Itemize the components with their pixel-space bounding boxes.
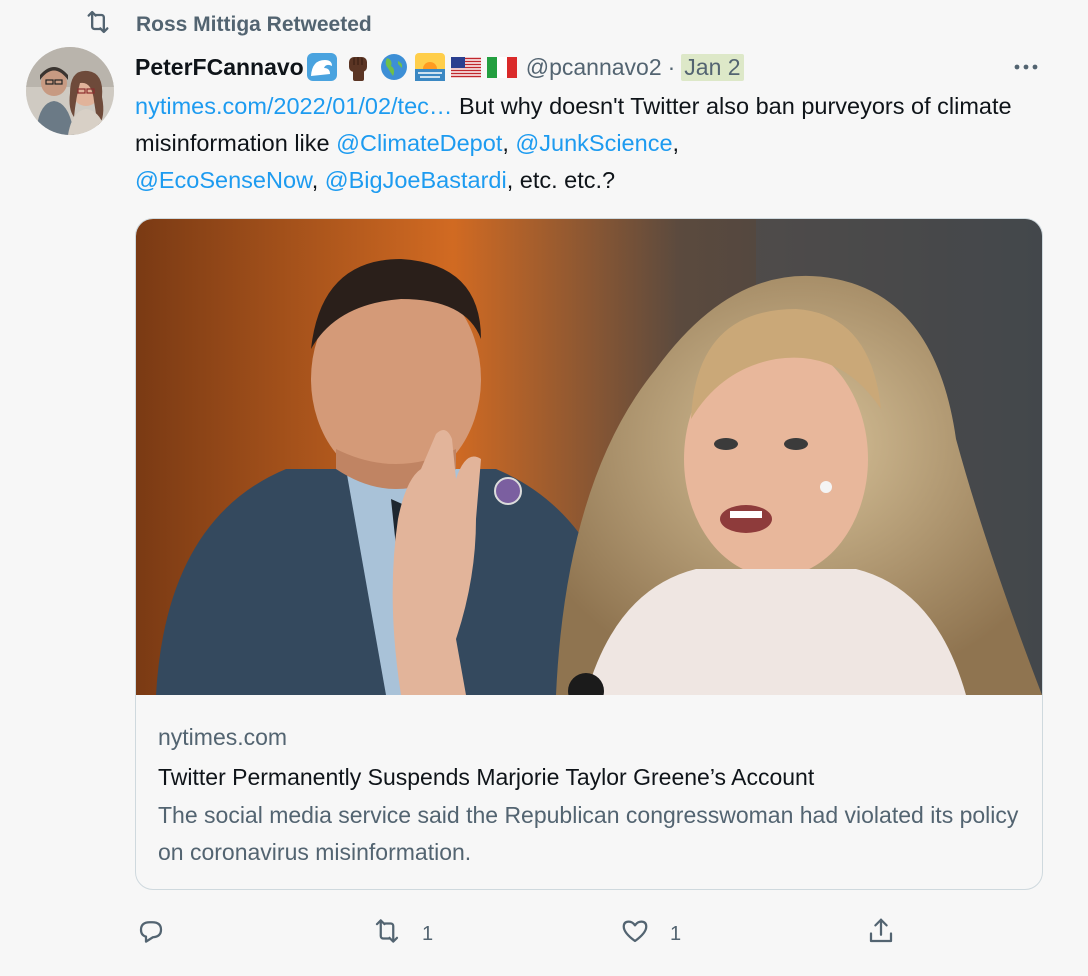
more-options-icon[interactable] <box>1006 52 1046 82</box>
mention-ecosensenow[interactable]: @EcoSenseNow <box>135 167 312 193</box>
wave-emoji <box>306 52 338 82</box>
card-description: The social media service said the Republ… <box>158 802 1019 865</box>
author-handle[interactable]: @pcannavo2 <box>526 54 662 81</box>
tweet-header: PeterFCannavo @pcannavo2 · Jan 2 <box>135 49 1058 85</box>
retweet-small-icon <box>84 8 136 42</box>
mention-bigjoebastardi[interactable]: @BigJoeBastardi <box>325 167 507 193</box>
share-icon <box>866 916 896 952</box>
tweet-text: nytimes.com/2022/01/02/tec… But why does… <box>135 88 1055 199</box>
tweet-text-segment: , etc. etc.? <box>506 167 616 193</box>
italy-flag-emoji <box>486 52 518 82</box>
tweet-text-segment: , <box>502 130 516 156</box>
tweet-timestamp[interactable]: Jan 2 <box>681 53 744 81</box>
avatar[interactable] <box>26 47 114 135</box>
mention-climatedepot[interactable]: @ClimateDepot <box>336 130 502 156</box>
card-body: nytimes.com Twitter Permanently Suspends… <box>158 719 1020 871</box>
reply-icon <box>136 916 166 952</box>
reply-button[interactable] <box>136 916 166 952</box>
sunrise-emoji <box>414 52 446 82</box>
retweet-count: 1 <box>422 922 434 945</box>
card-domain: nytimes.com <box>158 724 288 750</box>
author-display-name[interactable]: PeterFCannavo <box>135 54 304 81</box>
heart-icon <box>620 916 650 952</box>
like-count: 1 <box>670 922 682 945</box>
retweet-icon <box>372 916 402 952</box>
mention-junkscience[interactable]: @JunkScience <box>515 130 672 156</box>
tweet-link[interactable]: nytimes.com/2022/01/02/tec… <box>135 93 452 119</box>
retweet-button[interactable]: 1 <box>372 916 433 952</box>
us-flag-emoji <box>450 52 482 82</box>
header-separator: · <box>667 53 676 80</box>
share-button[interactable] <box>866 916 896 952</box>
tweet-text-segment: , <box>311 167 325 193</box>
like-button[interactable]: 1 <box>620 916 681 952</box>
tweet-text-segment: , <box>672 130 680 156</box>
retweet-context[interactable]: Ross Mittiga Retweeted <box>84 10 372 40</box>
globe-americas-emoji <box>378 52 410 82</box>
card-title: Twitter Permanently Suspends Marjorie Ta… <box>158 764 815 790</box>
retweet-context-label: Ross Mittiga Retweeted <box>136 13 372 36</box>
card-image[interactable] <box>136 219 1042 709</box>
raised-fist-emoji <box>342 52 374 82</box>
name-emojis <box>306 52 518 82</box>
link-preview-card[interactable]: nytimes.com Twitter Permanently Suspends… <box>135 218 1043 890</box>
tweet-actions: 1 1 <box>0 908 1088 958</box>
